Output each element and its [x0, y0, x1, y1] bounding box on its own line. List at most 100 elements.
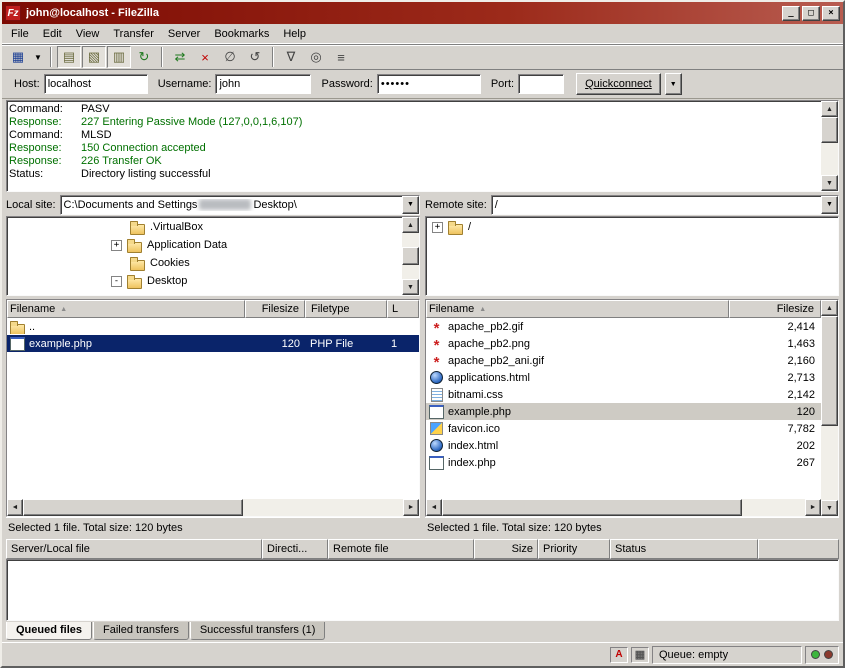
file-search-button[interactable]: ◎ [304, 46, 328, 68]
scroll-track[interactable] [821, 316, 838, 500]
file-row-example-php[interactable]: example.php120 [426, 403, 821, 420]
column-server-local-file[interactable]: Server/Local file [6, 539, 262, 559]
scroll-left-icon[interactable]: ◄ [426, 499, 442, 516]
remote-site-combo[interactable]: / ▼ [491, 195, 839, 215]
port-input[interactable] [518, 74, 564, 94]
local-site-combo[interactable]: C:\Documents and SettingsDesktop\ ▼ [60, 195, 420, 215]
local-list-header: Filename▲ Filesize Filetype L [7, 300, 419, 318]
tab-failed-transfers[interactable]: Failed transfers [93, 622, 189, 640]
column-remote-file[interactable]: Remote file [328, 539, 474, 559]
quickconnect-button[interactable]: Quickconnect [576, 73, 661, 95]
tree-item-cookies[interactable]: Cookies [7, 254, 402, 272]
scroll-track[interactable] [23, 499, 403, 516]
file-row[interactable]: applications.html2,713 [426, 369, 821, 386]
filter-button[interactable]: ∇ [279, 46, 303, 68]
column-filename[interactable]: Filename▲ [7, 300, 245, 318]
scroll-right-icon[interactable]: ► [805, 499, 821, 516]
column-filesize[interactable]: Filesize [245, 300, 305, 318]
host-input[interactable] [44, 74, 148, 94]
minimize-button[interactable]: _ [782, 6, 800, 21]
menu-transfer[interactable]: Transfer [106, 25, 161, 43]
scroll-up-icon[interactable]: ▲ [821, 101, 838, 117]
status-bar: A ▦ Queue: empty [2, 642, 843, 666]
menu-help[interactable]: Help [276, 25, 313, 43]
chevron-down-icon[interactable]: ▼ [402, 196, 419, 214]
username-input[interactable] [215, 74, 311, 94]
column-direction[interactable]: Directi... [262, 539, 328, 559]
menu-view[interactable]: View [69, 25, 107, 43]
site-manager-button[interactable]: ▦ [6, 46, 30, 68]
php-file-icon [428, 405, 445, 419]
file-row[interactable]: apache_pb2.gif2,414 [426, 318, 821, 335]
scroll-track[interactable] [402, 233, 419, 279]
toggle-tree-view-button[interactable]: ▧ [82, 46, 106, 68]
queue-body[interactable] [6, 559, 839, 621]
file-row[interactable]: apache_pb2.png1,463 [426, 335, 821, 352]
scroll-track[interactable] [442, 499, 805, 516]
quickconnect-dropdown-button[interactable]: ▼ [665, 73, 682, 95]
file-row-parent-dir[interactable]: .. [7, 318, 419, 335]
tree-item-desktop[interactable]: -Desktop [7, 272, 402, 290]
tab-queued-files[interactable]: Queued files [6, 622, 92, 640]
column-size[interactable]: Size [474, 539, 538, 559]
toggle-queue-view-button[interactable]: ▥ [107, 46, 131, 68]
remote-file-list: Filename▲ Filesize apache_pb2.gif2,414 a… [425, 299, 839, 517]
file-row-example-php[interactable]: example.php 120 PHP File 1 [7, 335, 419, 352]
disconnect-button[interactable]: ∅ [218, 46, 242, 68]
tab-successful-transfers[interactable]: Successful transfers (1) [190, 622, 326, 640]
close-button[interactable]: × [822, 6, 840, 21]
site-manager-dropdown-button[interactable]: ▼ [31, 46, 45, 68]
scroll-track[interactable] [821, 117, 838, 175]
remote-list-vscrollbar[interactable]: ▲ ▼ [821, 300, 838, 516]
scroll-thumb[interactable] [402, 247, 419, 265]
menu-file[interactable]: File [4, 25, 36, 43]
menu-edit[interactable]: Edit [36, 25, 69, 43]
tree-item-root[interactable]: +/ [426, 218, 838, 236]
collapse-icon[interactable]: - [111, 276, 122, 287]
log-line: Response:226 Transfer OK [9, 155, 819, 168]
column-priority[interactable]: Priority [538, 539, 610, 559]
refresh-button[interactable]: ↻ [132, 46, 156, 68]
scroll-down-icon[interactable]: ▼ [402, 279, 419, 295]
maximize-button[interactable]: □ [802, 6, 820, 21]
file-row[interactable]: index.php267 [426, 454, 821, 471]
scroll-left-icon[interactable]: ◄ [7, 499, 23, 516]
scroll-down-icon[interactable]: ▼ [821, 175, 838, 191]
folder-icon [129, 220, 146, 234]
file-row[interactable]: index.html202 [426, 437, 821, 454]
scroll-thumb[interactable] [23, 499, 243, 516]
scroll-right-icon[interactable]: ► [403, 499, 419, 516]
process-queue-button[interactable]: ⇄ [168, 46, 192, 68]
expand-icon[interactable]: + [111, 240, 122, 251]
column-filesize[interactable]: Filesize [729, 300, 821, 318]
password-input[interactable] [377, 74, 481, 94]
tree-item-virtualbox[interactable]: .VirtualBox [7, 218, 402, 236]
menu-bookmarks[interactable]: Bookmarks [207, 25, 276, 43]
remote-list-hscrollbar[interactable]: ◄ ► [426, 499, 821, 516]
toggle-message-log-button[interactable]: ▤ [57, 46, 81, 68]
log-scrollbar[interactable]: ▲ ▼ [821, 101, 838, 191]
column-last-modified[interactable]: L [387, 300, 419, 318]
file-row[interactable]: bitnami.css2,142 [426, 386, 821, 403]
local-list-hscrollbar[interactable]: ◄ ► [7, 499, 419, 516]
cancel-button[interactable]: × [193, 46, 217, 68]
column-status[interactable]: Status [610, 539, 758, 559]
scroll-thumb[interactable] [442, 499, 742, 516]
scroll-up-icon[interactable]: ▲ [402, 217, 419, 233]
scroll-up-icon[interactable]: ▲ [821, 300, 838, 316]
file-row[interactable]: favicon.ico7,782 [426, 420, 821, 437]
expand-icon[interactable]: + [432, 222, 443, 233]
scroll-thumb[interactable] [821, 316, 838, 426]
scroll-down-icon[interactable]: ▼ [821, 500, 838, 516]
column-filename[interactable]: Filename▲ [426, 300, 729, 318]
scroll-thumb[interactable] [821, 117, 838, 143]
menu-server[interactable]: Server [161, 25, 207, 43]
directory-comparison-button[interactable]: ≡ [329, 46, 353, 68]
tree-item-application-data[interactable]: +Application Data [7, 236, 402, 254]
local-tree-scrollbar[interactable]: ▲ ▼ [402, 217, 419, 295]
file-row[interactable]: apache_pb2_ani.gif2,160 [426, 352, 821, 369]
chevron-down-icon[interactable]: ▼ [821, 196, 838, 214]
reconnect-button[interactable]: ↺ [243, 46, 267, 68]
column-filetype[interactable]: Filetype [305, 300, 387, 318]
css-file-icon [428, 388, 445, 402]
